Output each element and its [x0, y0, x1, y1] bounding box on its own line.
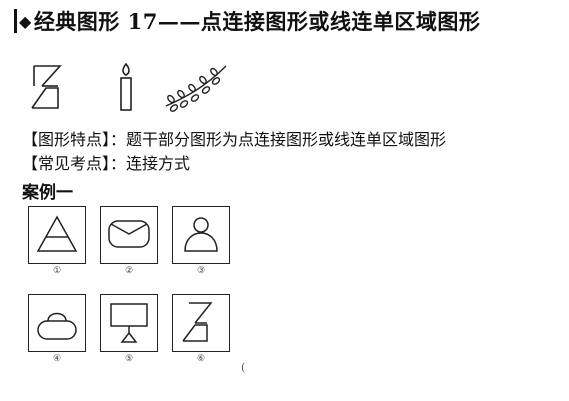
- option-5-number: ⑤: [124, 354, 134, 364]
- example-figure-zigzag: [31, 65, 62, 109]
- exam-label: 【常见考点】：: [22, 154, 127, 173]
- info-block: 【图形特点】：题干部分图形为点连接图形或线连单区域图形 【常见考点】：连接方式: [22, 128, 446, 176]
- option-1-number: ①: [52, 266, 62, 276]
- option-6-number: ⑥: [196, 354, 206, 364]
- option-4-figure: [37, 312, 77, 340]
- stray-mark: (: [241, 361, 246, 374]
- feature-text: 题干部分图形为点连接图形或线连单区域图形: [126, 130, 447, 149]
- option-2-box: [100, 206, 158, 264]
- option-1-box: [28, 206, 86, 264]
- title-text: 经典图形 17——点连接图形或线连单区域图形: [33, 9, 481, 34]
- option-5-figure: [110, 303, 148, 343]
- option-3-number: ③: [196, 266, 206, 276]
- option-3-box: [172, 206, 230, 264]
- option-2-figure: [108, 220, 150, 248]
- exam-row: 【常见考点】：连接方式: [22, 152, 446, 176]
- option-4-number: ④: [52, 354, 62, 364]
- diamond-icon: ◆: [19, 11, 32, 31]
- example-figure-candle: [120, 62, 132, 111]
- option-5-box: [100, 294, 158, 352]
- option-3-figure: [184, 217, 218, 252]
- option-6-box: [172, 294, 230, 352]
- title-bar: [14, 9, 17, 33]
- exam-text: 连接方式: [126, 154, 191, 173]
- option-grid: ① ② ③ ④ ⑤ ⑥: [28, 206, 248, 376]
- option-2-number: ②: [124, 266, 134, 276]
- feature-row: 【图形特点】：题干部分图形为点连接图形或线连单区域图形: [22, 128, 446, 152]
- example-figure-branch: [165, 65, 227, 112]
- option-4-box: [28, 294, 86, 352]
- feature-label: 【图形特点】：: [22, 130, 127, 149]
- option-6-figure: [182, 302, 213, 342]
- option-1-figure: [36, 215, 78, 252]
- example-figures: [31, 62, 227, 112]
- page-title: ◆ 经典图形 17——点连接图形或线连单区域图形: [14, 6, 480, 36]
- case-title: 案例一: [22, 183, 73, 203]
